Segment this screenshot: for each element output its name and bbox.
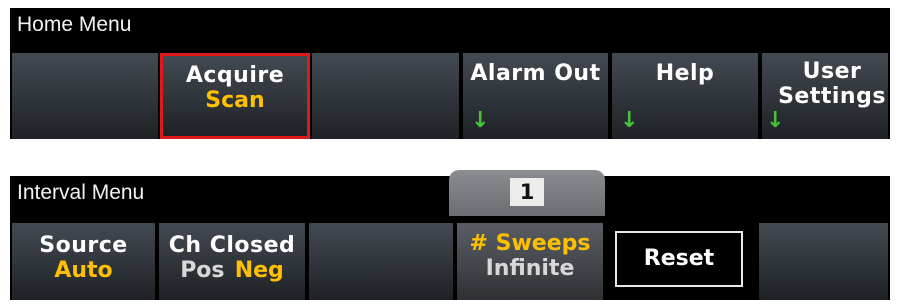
acquire-softkey[interactable]: Acquire Scan bbox=[160, 53, 310, 139]
user-settings-label: User Settings bbox=[762, 59, 888, 109]
down-arrow-icon: ↓ bbox=[766, 108, 785, 133]
interval-softkey-3-blank[interactable] bbox=[307, 223, 455, 300]
source-softkey[interactable]: Source Auto bbox=[10, 223, 157, 300]
interval-softkey-6-blank[interactable] bbox=[757, 223, 890, 300]
alarm-out-label: Alarm Out bbox=[470, 61, 601, 86]
sweeps-label: # Sweeps bbox=[469, 231, 591, 256]
alarm-out-softkey[interactable]: Alarm Out ↓ bbox=[461, 53, 610, 139]
home-menu-title: Home Menu bbox=[17, 13, 132, 36]
reset-softkey[interactable]: Reset bbox=[605, 223, 757, 300]
home-menu: Home Menu Acquire Scan Alarm Out ↓ Help … bbox=[10, 8, 890, 139]
sweeps-softkey[interactable]: # Sweeps Infinite bbox=[455, 223, 605, 300]
reset-button[interactable]: Reset bbox=[615, 231, 743, 287]
ch-closed-option-neg: Neg bbox=[234, 258, 284, 283]
acquire-value: Scan bbox=[205, 88, 265, 113]
down-arrow-icon: ↓ bbox=[471, 108, 490, 133]
home-softkey-bar: Acquire Scan Alarm Out ↓ Help ↓ User Set… bbox=[10, 53, 890, 139]
home-softkey-3-blank[interactable] bbox=[310, 53, 461, 139]
help-label: Help bbox=[655, 61, 715, 86]
interval-menu-title: Interval Menu bbox=[17, 181, 145, 204]
interval-softkey-bar: Source Auto Ch Closed Pos Neg # Sweeps I… bbox=[10, 223, 890, 300]
home-softkey-1-blank[interactable] bbox=[10, 53, 160, 139]
sweeps-value: Infinite bbox=[485, 256, 575, 281]
user-settings-label-line1: User bbox=[802, 59, 862, 84]
down-arrow-icon: ↓ bbox=[620, 108, 639, 133]
sweeps-tab: 1 bbox=[449, 170, 605, 216]
interval-menu: Interval Menu 1 Source Auto Ch Closed Po… bbox=[10, 170, 890, 300]
source-label: Source bbox=[39, 233, 128, 258]
acquire-label: Acquire bbox=[185, 63, 285, 88]
help-softkey[interactable]: Help ↓ bbox=[610, 53, 760, 139]
ch-closed-label: Ch Closed bbox=[168, 233, 296, 258]
user-settings-softkey[interactable]: User Settings ↓ bbox=[760, 53, 890, 139]
ch-closed-option-pos: Pos bbox=[180, 258, 225, 283]
user-settings-label-line2: Settings bbox=[778, 84, 886, 109]
ch-closed-softkey[interactable]: Ch Closed Pos Neg bbox=[157, 223, 307, 300]
source-value: Auto bbox=[54, 258, 113, 283]
tab-number: 1 bbox=[510, 178, 544, 206]
